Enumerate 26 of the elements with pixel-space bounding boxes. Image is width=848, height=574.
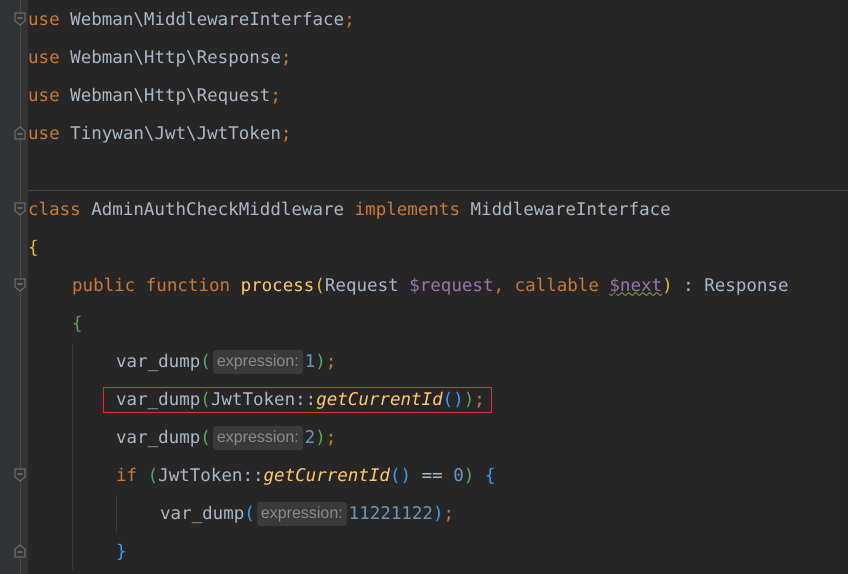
fold-icon[interactable] (14, 126, 26, 140)
code-text: public function process(Request $request, callable $next) : Response (72, 276, 789, 296)
code-text: use Webman\MiddlewareInterface; (28, 10, 355, 30)
code-text: var_dump(JwtToken::getCurrentId()); (116, 390, 485, 410)
parameter-hint: expression: (212, 426, 303, 450)
code-text: if (JwtToken::getCurrentId() == 0) { (116, 466, 496, 486)
code-text: use Webman\Http\Response; (28, 48, 292, 68)
code-text: { (72, 314, 83, 334)
code-text: class AdminAuthCheckMiddleware implements MiddlewareInterface (28, 200, 671, 220)
fold-icon[interactable] (14, 12, 26, 26)
code-text: } (116, 542, 127, 562)
code-text: var_dump( (160, 504, 255, 524)
code-text: var_dump( (116, 428, 211, 448)
code-text: { (28, 238, 39, 258)
code-text: 2); (304, 428, 336, 448)
parameter-hint: expression: (212, 350, 303, 374)
code-text: 11221122); (348, 504, 454, 524)
code-text: use Tinywan\Jwt\JwtToken; (28, 124, 292, 144)
fold-icon[interactable] (14, 278, 26, 292)
fold-icon[interactable] (14, 544, 26, 558)
fold-icon[interactable] (14, 202, 26, 216)
code-text: use Webman\Http\Request; (28, 86, 281, 106)
code-text: 1); (304, 352, 336, 372)
parameter-hint: expression: (256, 502, 347, 526)
fold-icon[interactable] (14, 468, 26, 482)
code-text: var_dump( (116, 352, 211, 372)
